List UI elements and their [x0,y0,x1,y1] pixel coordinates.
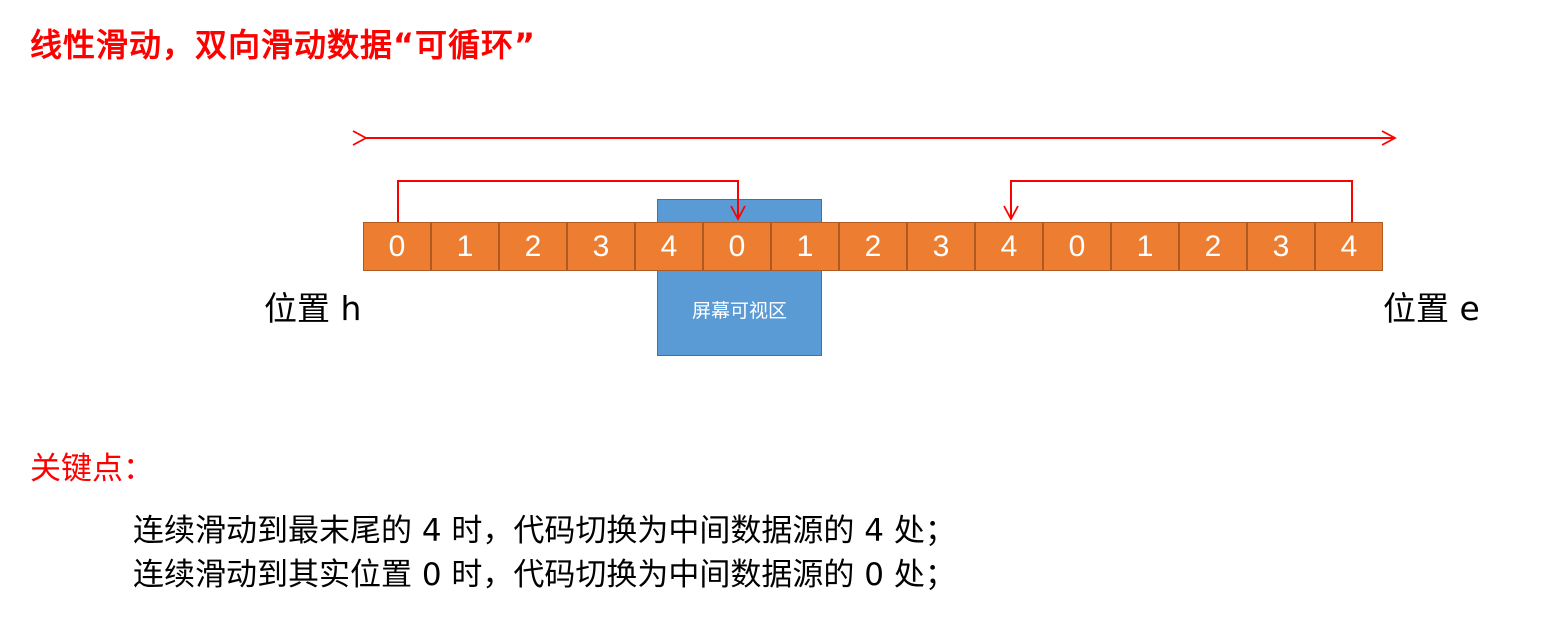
key-point-line: 连续滑动到其实位置 0 时，代码切换为中间数据源的 0 处； [133,557,956,593]
key-point-line: 连续滑动到最末尾的 4 时，代码切换为中间数据源的 4 处； [133,513,956,549]
jump-arrow-start-to-middle [397,180,746,222]
position-start-label: 位置 h [264,289,362,328]
position-end-label: 位置 e [1383,289,1480,328]
key-points-heading: 关键点： [30,451,154,487]
jump-arrow-end-to-middle [1003,180,1353,222]
